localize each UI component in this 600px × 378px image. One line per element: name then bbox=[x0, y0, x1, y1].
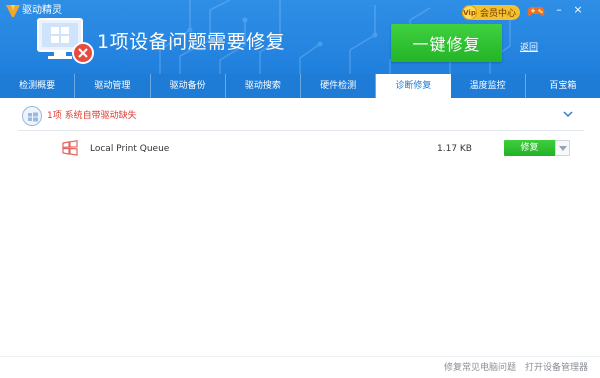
tab-temperature-monitor[interactable]: 温度监控 bbox=[451, 74, 526, 98]
tab-hardware-detection[interactable]: 硬件检测 bbox=[301, 74, 377, 98]
back-link[interactable]: 返回 bbox=[520, 40, 538, 53]
list-item: Local Print Queue 1.17 KB 修复 bbox=[0, 135, 600, 161]
header-banner: 驱动精灵 Vip 会员中心 – × 1项设备问题需要修复 一键修复 返回 bbox=[0, 0, 600, 74]
group-divider bbox=[18, 130, 584, 131]
open-device-manager-link[interactable]: 打开设备管理器 bbox=[525, 362, 588, 374]
device-name: Local Print Queue bbox=[90, 144, 170, 154]
tab-overview[interactable]: 检测概要 bbox=[0, 74, 76, 98]
issue-group-header[interactable]: 1项 系统自带驱动缺失 bbox=[0, 103, 600, 129]
tab-toolbox[interactable]: 百宝箱 bbox=[526, 74, 600, 98]
vip-tag: Vip bbox=[462, 5, 477, 20]
app-logo-icon bbox=[6, 5, 20, 17]
vip-center-button[interactable]: Vip 会员中心 bbox=[462, 5, 520, 20]
fix-all-button[interactable]: 一键修复 bbox=[391, 24, 502, 62]
problem-headline: 1项设备问题需要修复 bbox=[97, 31, 286, 53]
device-size: 1.17 KB bbox=[437, 144, 472, 154]
issue-group-label: 1项 系统自带驱动缺失 bbox=[47, 111, 137, 121]
fix-common-problems-link[interactable]: 修复常见电脑问题 bbox=[444, 362, 516, 374]
tab-diagnose-repair[interactable]: 诊断修复 bbox=[376, 74, 451, 98]
windows-device-icon bbox=[62, 140, 78, 156]
tab-driver-search[interactable]: 驱动搜索 bbox=[226, 74, 301, 98]
windows-group-icon bbox=[22, 106, 42, 126]
minimize-button[interactable]: – bbox=[553, 3, 565, 17]
vip-center-label: 会员中心 bbox=[480, 9, 517, 19]
app-title: 驱动精灵 bbox=[22, 5, 62, 16]
main-tab-bar: 检测概要 驱动管理 驱动备份 驱动搜索 硬件检测 诊断修复 温度监控 百宝箱 bbox=[0, 74, 600, 98]
chevron-down-icon bbox=[559, 146, 567, 151]
chevron-down-icon[interactable] bbox=[563, 110, 573, 118]
monitor-repair-icon bbox=[37, 18, 94, 64]
tab-driver-management[interactable]: 驱动管理 bbox=[75, 74, 151, 98]
gamepad-icon[interactable] bbox=[527, 4, 545, 18]
footer-divider bbox=[0, 356, 600, 357]
repair-options-dropdown[interactable] bbox=[555, 140, 570, 156]
close-button[interactable]: × bbox=[572, 3, 584, 17]
repair-button[interactable]: 修复 bbox=[504, 140, 555, 156]
tab-driver-backup[interactable]: 驱动备份 bbox=[151, 74, 226, 98]
